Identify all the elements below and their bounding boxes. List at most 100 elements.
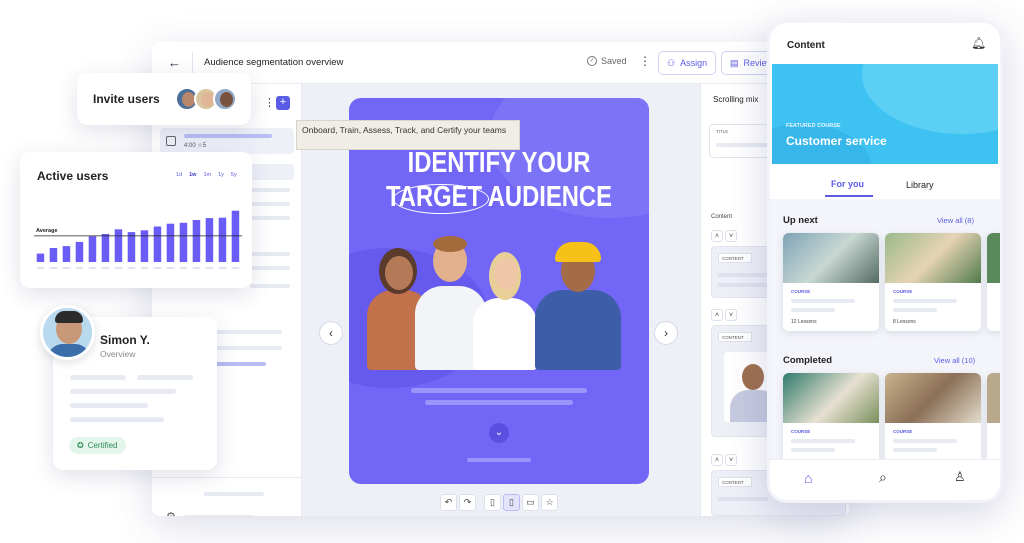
profile-icon[interactable]: ♙ <box>954 469 966 485</box>
reorder-controls: ˄ ˅ <box>711 230 737 242</box>
chart-bar <box>62 246 71 262</box>
course-tile[interactable]: COURSE 12 Lessons <box>783 233 879 331</box>
chart-bar <box>231 210 240 262</box>
star-icon[interactable]: ☆ <box>541 494 558 511</box>
featured-banner[interactable]: FEATURED COURSE Customer service <box>772 64 998 164</box>
x-tick-placeholder <box>62 267 71 269</box>
x-tick-placeholder <box>75 267 84 269</box>
block-line <box>718 273 768 277</box>
section-title: Completed <box>783 355 833 366</box>
person-hair <box>433 236 467 252</box>
outline-line <box>250 252 290 256</box>
profile-name: Simon Y. <box>100 333 150 347</box>
chevron-down-icon[interactable]: ˅ <box>725 309 737 321</box>
person-body <box>535 290 621 370</box>
course-tag: COURSE <box>893 289 913 294</box>
outline-line <box>204 492 264 496</box>
slide-preview[interactable]: IDENTIFY YOUR TARGET AUDIENCE ⌄ <box>349 98 649 484</box>
chart-bar <box>140 230 149 262</box>
course-tile[interactable] <box>987 373 1000 471</box>
chevron-right-icon[interactable]: › <box>654 321 678 345</box>
chevron-left-icon[interactable]: ‹ <box>319 321 343 345</box>
chevron-down-icon[interactable]: ˅ <box>725 454 737 466</box>
desktop-view-icon[interactable]: ▭ <box>522 494 539 511</box>
slide-text-line <box>425 400 573 405</box>
invite-users-label: Invite users <box>93 92 160 106</box>
active-users-card: Active users 1d 1w 1m 1y 5y Average <box>20 152 252 288</box>
person-body <box>473 298 537 370</box>
hard-hat <box>555 242 601 262</box>
chart-bar <box>166 223 175 262</box>
profile-line <box>70 417 164 422</box>
chevron-up-icon[interactable]: ˄ <box>711 230 723 242</box>
x-tick-placeholder <box>49 267 58 269</box>
chevron-up-icon[interactable]: ˄ <box>711 454 723 466</box>
tab-library[interactable]: Library <box>906 180 934 190</box>
saved-status: ✓ Saved <box>587 56 627 66</box>
range-option[interactable]: 5y <box>231 172 237 178</box>
page-title: Audience segmentation overview <box>204 57 344 68</box>
undo-icon[interactable]: ↶ <box>440 494 457 511</box>
range-option[interactable]: 1m <box>203 172 211 178</box>
range-option-selected[interactable]: 1w <box>189 172 196 178</box>
outline-item-selected[interactable]: 4:00 ☆5 <box>160 128 294 154</box>
tablet-view-icon[interactable]: ▯ <box>503 494 520 511</box>
home-icon[interactable]: ⌂ <box>804 470 812 486</box>
award-icon: ✪ <box>77 441 84 450</box>
x-tick-placeholder <box>231 267 240 269</box>
person-hair <box>55 311 83 323</box>
course-tile[interactable]: COURSE 8 Lessons <box>885 233 981 331</box>
add-slide-button[interactable]: + <box>276 96 290 110</box>
reorder-controls: ˄ ˅ <box>711 454 737 466</box>
mobile-view-icon[interactable]: ▯ <box>484 494 501 511</box>
range-option[interactable]: 1d <box>176 172 182 178</box>
check-circle-icon: ✓ <box>587 56 597 66</box>
chart-bar <box>179 222 188 262</box>
back-arrow-icon[interactable]: ← <box>168 55 181 70</box>
mobile-app: Content 🔔︎ FEATURED COURSE Customer serv… <box>767 20 1003 503</box>
bell-icon[interactable]: 🔔︎ <box>971 36 986 50</box>
x-tick-placeholder <box>218 267 227 269</box>
content-block-label: CONTENT <box>718 477 752 487</box>
profile-line <box>70 375 126 380</box>
slide-text-line <box>411 388 587 393</box>
title-field-label: TITLE <box>716 129 729 134</box>
chevron-up-icon[interactable]: ˄ <box>711 309 723 321</box>
chevron-down-icon[interactable]: ⌄ <box>489 423 509 443</box>
chevron-down-icon[interactable]: ˅ <box>725 230 737 242</box>
more-vertical-icon[interactable]: ⋮ <box>264 96 275 109</box>
card-title: Active users <box>37 169 109 183</box>
content-block-label: CONTENT <box>718 253 752 263</box>
range-selector: 1d 1w 1m 1y 5y <box>176 172 237 178</box>
tile-line <box>791 439 855 443</box>
more-vertical-icon[interactable]: ⋮ <box>639 54 651 68</box>
chart-bar <box>101 234 110 262</box>
chart-bar <box>75 241 84 262</box>
panel-title: Scrolling mix <box>713 95 759 104</box>
search-icon[interactable]: ⌕ <box>879 469 887 486</box>
course-tile[interactable]: COURSE <box>783 373 879 471</box>
profile-line <box>70 403 148 408</box>
outline-item-highlight[interactable] <box>250 164 294 180</box>
view-all-link[interactable]: View all (8) <box>937 216 974 225</box>
course-tile[interactable] <box>987 233 1000 331</box>
certified-badge: ✪ Certified <box>69 437 126 454</box>
tab-for-you[interactable]: For you <box>831 179 864 189</box>
assign-button[interactable]: ⚇ Assign <box>658 51 716 75</box>
active-users-chart <box>34 210 242 269</box>
headline-line-1: IDENTIFY YOUR <box>407 147 591 179</box>
profile-subtitle: Overview <box>100 349 136 359</box>
view-all-link[interactable]: View all (10) <box>934 356 975 365</box>
outline-line <box>250 284 290 288</box>
saved-label: Saved <box>601 56 627 66</box>
avatar <box>213 87 237 111</box>
range-option[interactable]: 1y <box>218 172 224 178</box>
editor-window: ← Audience segmentation overview ✓ Saved… <box>152 42 849 516</box>
course-tile[interactable]: COURSE <box>885 373 981 471</box>
course-image <box>783 233 879 283</box>
settings-icon[interactable]: ⚙ <box>166 510 176 516</box>
outline-line <box>184 515 254 516</box>
editor-toolbar: ← Audience segmentation overview ✓ Saved… <box>152 42 849 84</box>
redo-icon[interactable]: ↷ <box>459 494 476 511</box>
invite-users-card[interactable]: Invite users <box>77 73 251 125</box>
